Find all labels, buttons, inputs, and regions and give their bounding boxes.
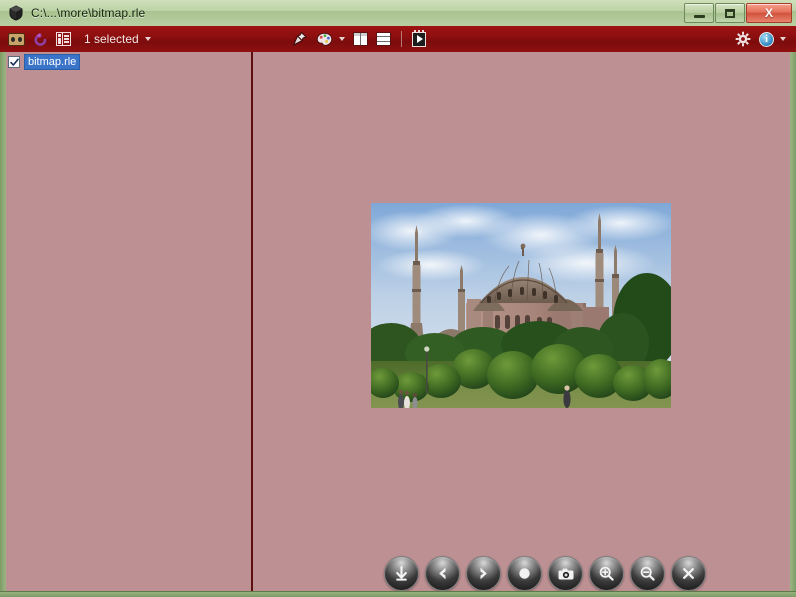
- app-shield-icon: [8, 5, 24, 21]
- list-item[interactable]: bitmap.rle: [6, 54, 249, 70]
- settings-gear-button[interactable]: [732, 28, 754, 50]
- title-bar[interactable]: C:\...\more\bitmap.rle X: [0, 0, 796, 26]
- close-viewer-button[interactable]: [671, 556, 706, 591]
- previous-button[interactable]: [425, 556, 460, 591]
- selection-count-label: 1 selected: [84, 32, 139, 46]
- chevron-down-icon: [144, 37, 151, 41]
- toolbar-left-group: 1 selected: [4, 28, 155, 50]
- save-download-button[interactable]: [384, 556, 419, 591]
- zoom-in-button[interactable]: [589, 556, 624, 591]
- close-x-icon: [683, 568, 694, 579]
- toolbar-middle-group: [287, 28, 430, 50]
- window-frame-left: [0, 52, 6, 597]
- viewer-controls-bar: [384, 556, 706, 591]
- application-window: C:\...\more\bitmap.rle X 1 selected i bi…: [0, 0, 796, 597]
- filter-binoculars-button[interactable]: [5, 28, 28, 50]
- selection-list-button[interactable]: [53, 28, 74, 50]
- snapshot-button[interactable]: [548, 556, 583, 591]
- pin-icon: [291, 31, 308, 47]
- palette-button[interactable]: [313, 28, 348, 50]
- refresh-arrow-icon: [33, 32, 48, 47]
- layout-horizontal-button[interactable]: [373, 28, 394, 50]
- layout-split-horizontal-icon: [375, 32, 391, 46]
- palette-chevron-down-icon: [338, 37, 345, 41]
- toolbar-right-group: i: [731, 28, 790, 50]
- image-viewer[interactable]: [371, 203, 671, 408]
- selection-count-dropdown[interactable]: 1 selected: [76, 28, 154, 50]
- window-title: C:\...\more\bitmap.rle: [31, 6, 146, 20]
- slideshow-play-icon: [411, 29, 426, 47]
- maximize-icon: [725, 8, 735, 18]
- window-frame-right: [790, 52, 796, 597]
- download-arrow-icon: [396, 565, 407, 581]
- toolbar-separator: [400, 31, 402, 47]
- circle-dot-icon: [519, 568, 530, 579]
- layout-vertical-button[interactable]: [350, 28, 371, 50]
- checklist-icon: [56, 32, 71, 46]
- rotate-refresh-button[interactable]: [30, 28, 51, 50]
- displayed-image: [371, 203, 671, 408]
- close-icon: X: [764, 6, 773, 20]
- help-info-icon: i: [759, 31, 774, 47]
- close-window-button[interactable]: X: [746, 3, 792, 23]
- file-checkbox[interactable]: [8, 56, 20, 68]
- window-frame-bottom-line: [0, 591, 796, 592]
- chevron-right-icon: [480, 567, 487, 580]
- slideshow-button[interactable]: [409, 28, 429, 50]
- magnifier-plus-icon: [599, 566, 614, 581]
- pin-button[interactable]: [288, 28, 311, 50]
- main-toolbar: 1 selected i: [0, 26, 796, 52]
- camera-icon: [558, 568, 573, 579]
- file-name-label[interactable]: bitmap.rle: [24, 54, 81, 70]
- magnifier-minus-icon: [640, 566, 655, 581]
- minimize-button[interactable]: [684, 3, 714, 23]
- binoculars-icon: [8, 32, 25, 46]
- window-controls: X: [684, 3, 792, 23]
- record-button[interactable]: [507, 556, 542, 591]
- file-list-panel: bitmap.rle: [6, 54, 249, 70]
- next-button[interactable]: [466, 556, 501, 591]
- minimize-icon: [693, 14, 705, 18]
- palette-icon: [316, 32, 333, 47]
- help-button[interactable]: i: [756, 28, 789, 50]
- maximize-button[interactable]: [715, 3, 745, 23]
- layout-split-vertical-icon: [352, 32, 368, 46]
- zoom-out-button[interactable]: [630, 556, 665, 591]
- content-area: bitmap.rle: [6, 52, 790, 591]
- panel-divider[interactable]: [251, 52, 253, 591]
- gear-icon: [735, 31, 751, 47]
- chevron-left-icon: [439, 567, 446, 580]
- help-chevron-down-icon: [780, 37, 786, 41]
